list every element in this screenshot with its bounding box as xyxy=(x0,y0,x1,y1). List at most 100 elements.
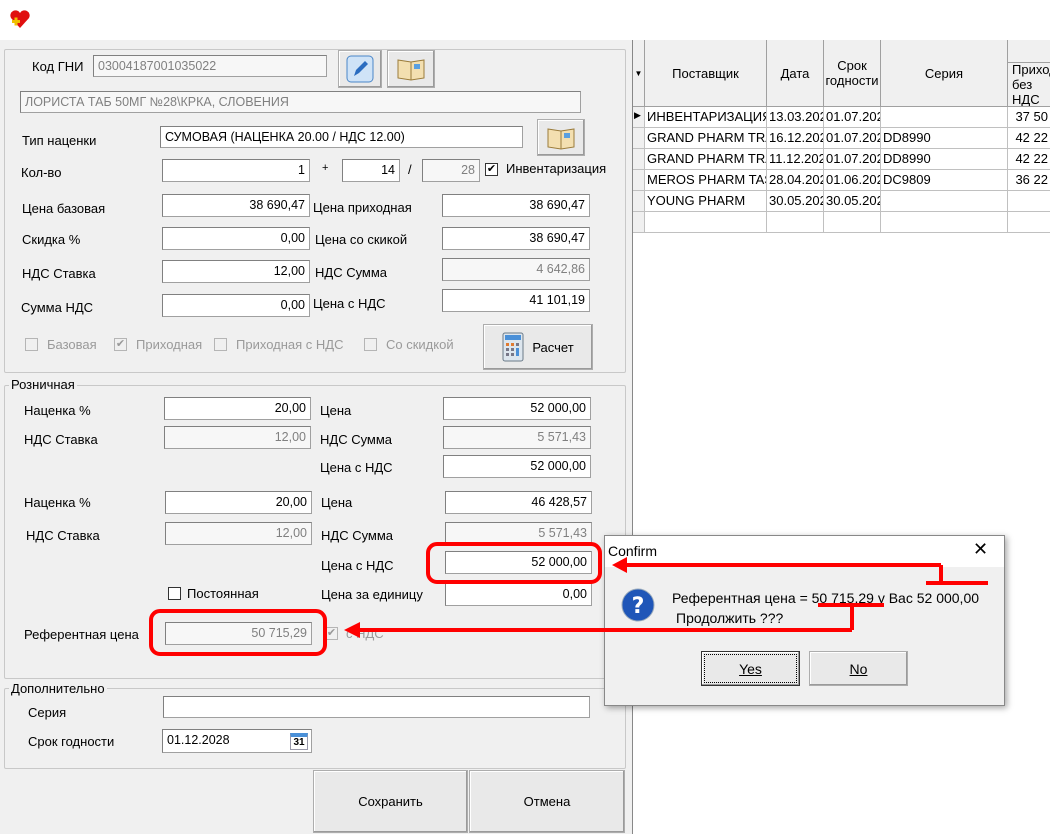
qty-input[interactable]: 1 xyxy=(162,159,310,182)
reference-book-button[interactable] xyxy=(387,50,435,88)
retail-price-vat2-input[interactable]: 52 000,00 xyxy=(445,551,592,574)
yes-button[interactable]: Yes xyxy=(701,651,800,686)
series-input[interactable] xyxy=(163,696,590,718)
discount-input[interactable]: 0,00 xyxy=(162,227,310,250)
edit-button[interactable] xyxy=(338,50,382,88)
calculator-icon xyxy=(502,332,524,362)
row-indicator[interactable] xyxy=(633,149,645,170)
column-header[interactable]: Срок годности xyxy=(824,40,881,107)
column-header[interactable]: Дата xyxy=(767,40,824,107)
grid-cell[interactable]: 13.03.2024 xyxy=(767,107,824,128)
retail-price2-input[interactable]: 46 428,57 xyxy=(445,491,592,514)
grid-cell[interactable]: DD8990 xyxy=(881,128,1008,149)
series-label: Серия xyxy=(28,705,67,720)
column-group-header xyxy=(1008,40,1050,63)
history-grid: ▼ Поставщик Дата Срок годности Серия При… xyxy=(632,40,1050,834)
grid-cell[interactable] xyxy=(645,212,767,233)
base-price-input[interactable]: 38 690,47 xyxy=(162,194,310,217)
grid-cell[interactable] xyxy=(767,212,824,233)
column-header[interactable]: Приход без НДС xyxy=(1008,63,1050,107)
row-indicator[interactable] xyxy=(633,191,645,212)
no-button[interactable]: No xyxy=(809,651,908,686)
grid-cell[interactable]: 28.04.2023 xyxy=(767,170,824,191)
retail-vat-rate-input: 12,00 xyxy=(164,426,311,449)
grid-cell[interactable]: 30.05.2023 xyxy=(767,191,824,212)
grid-cell[interactable]: 37 50 xyxy=(1008,107,1050,128)
row-indicator[interactable] xyxy=(633,170,645,191)
discount-price-input[interactable]: 38 690,47 xyxy=(442,227,590,250)
constant-checkbox[interactable] xyxy=(168,587,181,600)
grid-cell[interactable] xyxy=(881,191,1008,212)
price-vat-input[interactable]: 41 101,19 xyxy=(442,289,590,312)
dialog-title: Confirm xyxy=(608,543,658,559)
expiry-label: Срок годности xyxy=(28,734,115,749)
column-header[interactable]: Серия xyxy=(881,40,1008,107)
retail-price-vat-input[interactable]: 52 000,00 xyxy=(443,455,591,478)
grid-cell[interactable] xyxy=(1008,212,1050,233)
calendar-icon[interactable]: 31 xyxy=(290,733,308,750)
grid-cell[interactable]: GRAND PHARM TRADE xyxy=(645,149,767,170)
grid-cell[interactable]: 42 22 xyxy=(1008,149,1050,170)
grid-cell[interactable]: MEROS PHARM TASHKENT xyxy=(645,170,767,191)
vat-rate-input[interactable]: 12,00 xyxy=(162,260,310,283)
grid-cell[interactable]: DD8990 xyxy=(881,149,1008,170)
ref-with-vat-checkbox[interactable]: ✔ xyxy=(325,627,338,640)
grid-cell[interactable]: 01.07.2026 xyxy=(824,149,881,170)
income-checkbox[interactable]: ✔ xyxy=(114,338,127,351)
row-indicator[interactable]: ▶ xyxy=(633,107,645,128)
row-indicator[interactable] xyxy=(633,212,645,233)
close-icon[interactable]: ✕ xyxy=(973,539,988,560)
retail-group-title: Розничная xyxy=(9,377,77,392)
grid-cell[interactable]: 36 22 xyxy=(1008,170,1050,191)
income-vat-checkbox[interactable] xyxy=(214,338,227,351)
grid-cell[interactable] xyxy=(824,212,881,233)
kod-gni-input[interactable]: 03004187001035022 xyxy=(93,55,327,77)
qty-label: Кол-во xyxy=(21,165,62,180)
qty-parts-input[interactable]: 14 xyxy=(342,159,400,182)
question-icon: ? xyxy=(621,588,655,622)
grid-cell[interactable]: 42 22 xyxy=(1008,128,1050,149)
grid-cell[interactable] xyxy=(881,107,1008,128)
grid-cell[interactable]: 30.05.2023 xyxy=(824,191,881,212)
retail-price-vat2-label: Цена с НДС xyxy=(321,558,394,573)
retail-markup-label: Наценка % xyxy=(24,403,91,418)
grid-cell[interactable]: 11.12.2023 xyxy=(767,149,824,170)
row-indicator-header: ▼ xyxy=(633,40,645,107)
markup-type-label: Тип наценки xyxy=(22,133,97,148)
vat-amount-input[interactable]: 0,00 xyxy=(162,294,310,317)
grid-cell[interactable]: YOUNG PHARM xyxy=(645,191,767,212)
calc-button[interactable]: Расчет xyxy=(483,324,593,370)
product-name-field: ЛОРИСТА ТАБ 50МГ №28\КРКА, СЛОВЕНИЯ xyxy=(20,91,581,113)
grid-cell[interactable]: 01.07.2026 xyxy=(824,107,881,128)
grid-cell[interactable] xyxy=(881,212,1008,233)
confirm-dialog: Confirm ✕ ? Референтная цена = 50 715,29… xyxy=(604,535,1005,706)
grid-cell[interactable]: ИНВЕНТАРИЗАЦИЯ xyxy=(645,107,767,128)
retail-price-input[interactable]: 52 000,00 xyxy=(443,397,591,420)
vat-sum-label: НДС Сумма xyxy=(315,265,388,280)
retail-markup2-input[interactable]: 20,00 xyxy=(165,491,312,514)
discount-checkbox[interactable] xyxy=(364,338,377,351)
retail-price-label: Цена xyxy=(320,403,352,418)
row-indicator[interactable] xyxy=(633,128,645,149)
cancel-button[interactable]: Отмена xyxy=(469,770,625,833)
retail-markup-input[interactable]: 20,00 xyxy=(164,397,311,420)
retail-vat-sum-input: 5 571,43 xyxy=(443,426,591,449)
dialog-title-bar: Confirm ✕ xyxy=(605,536,1004,567)
inventory-checkbox[interactable]: ✔ xyxy=(485,163,498,176)
markup-type-book-button[interactable] xyxy=(537,119,585,156)
save-button[interactable]: Сохранить xyxy=(313,770,468,833)
title-bar xyxy=(0,0,1050,40)
grid-cell[interactable]: 01.07.2026 xyxy=(824,128,881,149)
grid-cell[interactable]: GRAND PHARM TRADE xyxy=(645,128,767,149)
markup-type-input[interactable]: СУМОВАЯ (НАЦЕНКА 20.00 / НДС 12.00) xyxy=(160,126,523,148)
grid-cell[interactable]: 16.12.2023 xyxy=(767,128,824,149)
retail-vat-rate2-input: 12,00 xyxy=(165,522,312,545)
column-header[interactable]: Поставщик xyxy=(645,40,767,107)
grid-cell[interactable]: DC9809 xyxy=(881,170,1008,191)
unit-price-input[interactable]: 0,00 xyxy=(445,583,592,606)
base-checkbox[interactable] xyxy=(25,338,38,351)
grid-cell[interactable] xyxy=(1008,191,1050,212)
income-price-input[interactable]: 38 690,47 xyxy=(442,194,590,217)
dialog-message-line2: Продолжить ??? xyxy=(676,610,784,626)
grid-cell[interactable]: 01.06.2025 xyxy=(824,170,881,191)
